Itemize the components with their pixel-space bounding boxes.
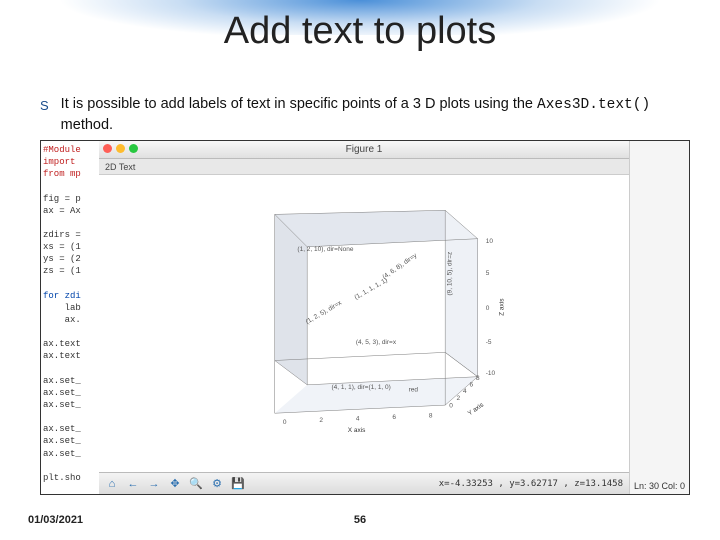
figure-area: #Module import from mp fig = p ax = Ax z… bbox=[40, 140, 690, 495]
configure-icon[interactable]: ⚙ bbox=[210, 477, 224, 491]
svg-text:0: 0 bbox=[283, 419, 287, 426]
plot-canvas[interactable]: 10 5 0 -5 -10 0 2 4 6 8 0 2 4 6 8 bbox=[99, 175, 629, 472]
svg-text:0: 0 bbox=[449, 402, 453, 409]
forward-icon[interactable]: → bbox=[147, 477, 161, 491]
svg-text:8: 8 bbox=[476, 375, 480, 382]
page-title: Add text to plots bbox=[0, 10, 720, 53]
window-title: Figure 1 bbox=[346, 144, 383, 155]
annot-2: (4, 6, 8), dir=y bbox=[381, 252, 419, 281]
code-editor-strip: #Module import from mp fig = p ax = Ax z… bbox=[41, 141, 99, 494]
svg-text:-5: -5 bbox=[486, 339, 492, 346]
tab-2d-text[interactable]: 2D Text bbox=[105, 162, 135, 172]
annot-3: (1, 1, 1, 1, 1) bbox=[353, 277, 388, 301]
annot-7: (4, 1, 1), dir=(1, 1, 0) bbox=[332, 384, 391, 391]
bullet-code: Axes3D.text() bbox=[537, 97, 650, 113]
svg-text:0: 0 bbox=[486, 305, 490, 312]
annot-4: (1, 2, 5), dir=x bbox=[305, 299, 344, 326]
cube-3d: 10 5 0 -5 -10 0 2 4 6 8 0 2 4 6 8 bbox=[152, 190, 576, 434]
pan-icon[interactable]: ✥ bbox=[168, 477, 182, 491]
z-axis-label: Z axis bbox=[499, 298, 506, 316]
annot-5: (9, 10, 5), dir=z bbox=[447, 252, 454, 296]
editor-status-strip: Ln: 30 Col: 0 bbox=[629, 141, 689, 494]
window-titlebar: Figure 1 bbox=[99, 141, 629, 159]
bullet-item: S It is possible to add labels of text i… bbox=[40, 95, 690, 135]
svg-text:10: 10 bbox=[486, 238, 494, 245]
save-icon[interactable]: 💾 bbox=[231, 477, 245, 491]
footer-page: 56 bbox=[0, 514, 720, 526]
annot-6: (4, 5, 3), dir=x bbox=[356, 339, 397, 346]
cursor-position: Ln: 30 Col: 0 bbox=[634, 481, 685, 491]
tab-row: 2D Text bbox=[99, 159, 629, 175]
bullet-text-pre: It is possible to add labels of text in … bbox=[61, 96, 537, 112]
annot-red: red bbox=[409, 386, 419, 393]
svg-text:6: 6 bbox=[392, 414, 396, 421]
svg-text:4: 4 bbox=[463, 388, 467, 395]
svg-text:2: 2 bbox=[457, 395, 461, 402]
bullet-text-post: method. bbox=[61, 117, 113, 133]
annot-1: (1, 2, 10), dir=None bbox=[297, 246, 353, 253]
home-icon[interactable]: ⌂ bbox=[105, 477, 119, 491]
zoom-icon[interactable] bbox=[129, 144, 138, 153]
mpl-toolbar: ⌂ ← → ✥ 🔍 ⚙ 💾 x=-4.33253 , y=3.62717 , z… bbox=[99, 472, 629, 494]
bullet-icon: S bbox=[40, 98, 49, 113]
y-axis-label: Y axis bbox=[467, 401, 486, 417]
close-icon[interactable] bbox=[103, 144, 112, 153]
svg-text:4: 4 bbox=[356, 415, 360, 422]
svg-text:8: 8 bbox=[429, 412, 433, 419]
svg-text:-10: -10 bbox=[486, 370, 496, 377]
traffic-lights bbox=[103, 144, 138, 153]
minimize-icon[interactable] bbox=[116, 144, 125, 153]
svg-text:6: 6 bbox=[470, 381, 474, 388]
svg-text:2: 2 bbox=[319, 417, 323, 424]
coord-readout: x=-4.33253 , y=3.62717 , z=13.1458 bbox=[439, 479, 623, 489]
bullet-text: It is possible to add labels of text in … bbox=[61, 95, 690, 135]
matplotlib-window: Figure 1 2D Text bbox=[99, 141, 629, 494]
zoom-rect-icon[interactable]: 🔍 bbox=[189, 477, 203, 491]
back-icon[interactable]: ← bbox=[126, 477, 140, 491]
x-axis-label: X axis bbox=[348, 427, 366, 434]
svg-text:5: 5 bbox=[486, 270, 490, 277]
